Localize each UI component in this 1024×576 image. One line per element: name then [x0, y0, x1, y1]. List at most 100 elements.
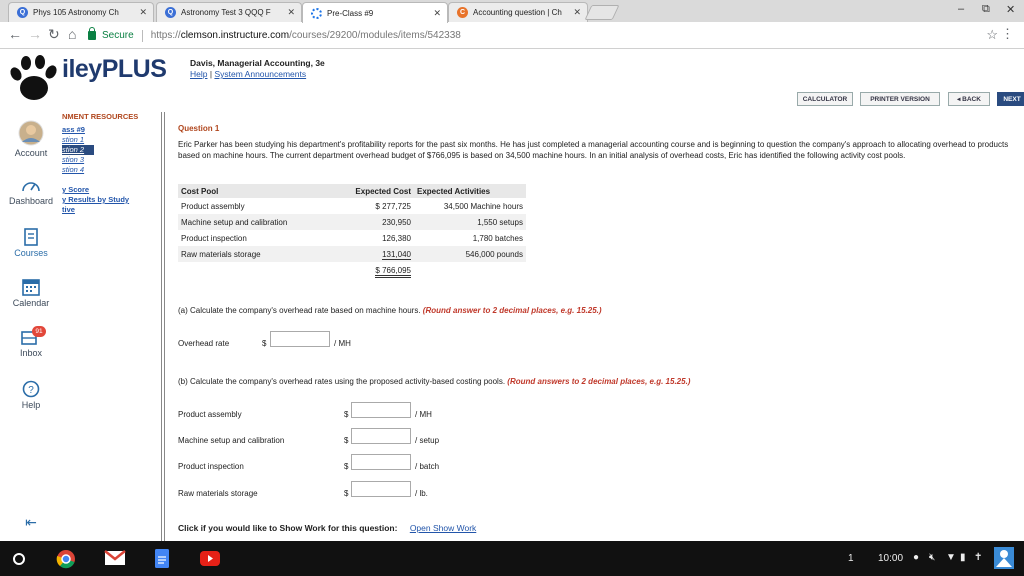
- system-announcements-link[interactable]: System Announcements: [214, 69, 306, 79]
- browser-tab-4[interactable]: C Accounting question | Ch ✕: [448, 2, 588, 22]
- restore-icon[interactable]: ⧉: [982, 3, 990, 16]
- raw-materials-rate-input[interactable]: [351, 481, 411, 497]
- url-separator: [141, 29, 143, 42]
- nav-courses[interactable]: Courses: [0, 228, 62, 258]
- unit-label: / lb.: [415, 489, 428, 498]
- overhead-rate-input[interactable]: [270, 331, 330, 347]
- part-b-prompt: (b) Calculate the company's overhead rat…: [178, 377, 690, 386]
- browser-tab-1[interactable]: Q Phys 105 Astronomy Ch ✕: [8, 2, 154, 22]
- pane-divider[interactable]: [161, 112, 165, 542]
- resource-link-question-3[interactable]: stion 3: [62, 155, 160, 165]
- avatar: [18, 120, 44, 146]
- url-field[interactable]: Secure https:// clemson.instructure.com …: [88, 26, 1000, 45]
- home-icon[interactable]: ⌂: [68, 26, 76, 42]
- nav-label: Help: [21, 400, 41, 410]
- help-link[interactable]: Help: [190, 69, 207, 79]
- expected-cost-cell: 131,040: [336, 246, 414, 262]
- header-links: Help | System Announcements: [190, 69, 306, 79]
- part-a-prompt: (a) Calculate the company's overhead rat…: [178, 306, 602, 315]
- lock-icon: [88, 27, 96, 40]
- close-tab-icon[interactable]: ✕: [287, 7, 295, 18]
- tab-title: Pre-Class #9: [327, 8, 374, 18]
- collapse-nav-icon[interactable]: ⇤: [0, 514, 62, 531]
- mute-icon[interactable]: 🔇︎: [929, 552, 935, 563]
- link-divider: |: [209, 69, 213, 79]
- sync-icon[interactable]: ●: [913, 552, 919, 563]
- wifi-icon[interactable]: ▼: [946, 552, 956, 563]
- resource-link-question-2[interactable]: stion 2: [62, 145, 94, 155]
- part-a-text: (a) Calculate the company's overhead rat…: [178, 306, 421, 315]
- expected-activity-cell: 1,780 batches: [472, 233, 523, 243]
- printer-version-button[interactable]: PRINTER VERSION: [860, 92, 940, 106]
- clock[interactable]: 10:00: [878, 553, 903, 564]
- nav-inbox[interactable]: 91 Inbox: [0, 326, 62, 358]
- new-tab-button[interactable]: [584, 5, 620, 20]
- bookmark-star-icon[interactable]: ☆: [986, 27, 998, 43]
- close-tab-icon[interactable]: ✕: [573, 7, 581, 18]
- reload-icon[interactable]: ↻: [48, 26, 60, 43]
- dollar-sign: $: [344, 489, 349, 498]
- expected-cost-value: 131,040: [382, 249, 411, 260]
- nav-dashboard[interactable]: Dashboard: [0, 178, 62, 206]
- url-host: clemson.instructure.com: [180, 30, 290, 41]
- open-show-work-link[interactable]: Open Show Work: [410, 523, 476, 533]
- overhead-rate-label: Overhead rate: [178, 339, 230, 348]
- secure-label: Secure: [102, 30, 134, 41]
- address-bar-row: ← → ↻ ⌂ Secure https:// clemson.instruct…: [0, 22, 1024, 49]
- book-title: Davis, Managerial Accounting, 3e: [190, 58, 325, 68]
- courses-icon: [24, 228, 38, 246]
- expected-cost-cell: 230,950: [336, 214, 414, 230]
- cost-pool-cell: Machine setup and calibration: [178, 214, 336, 230]
- product-inspection-rate-input[interactable]: [351, 454, 411, 470]
- table-row: Raw materials storage 131,040 546,000 po…: [178, 246, 526, 262]
- results-link-cont[interactable]: tive: [62, 205, 160, 215]
- question-text: Eric Parker has been studying his depart…: [178, 140, 1009, 160]
- chrome-icon[interactable]: [56, 549, 76, 569]
- quizlet-favicon-icon: Q: [165, 7, 176, 18]
- user-avatar-icon[interactable]: [994, 547, 1014, 569]
- resource-link-question-4[interactable]: stion 4: [62, 165, 160, 175]
- back-arrow-icon[interactable]: ←: [8, 26, 22, 42]
- cost-pool-cell: Product assembly: [181, 201, 245, 211]
- clemson-paw-logo: [10, 55, 57, 100]
- product-assembly-rate-input[interactable]: [351, 402, 411, 418]
- expected-cost-cell: 126,380: [382, 233, 411, 243]
- resources-heading: NMENT RESOURCES: [62, 112, 139, 121]
- forward-arrow-icon[interactable]: →: [28, 26, 42, 42]
- part-b-text: (b) Calculate the company's overhead rat…: [178, 377, 506, 386]
- assignment-resources-pane: NMENT RESOURCES ass #9 stion 1 stion 2 s…: [62, 112, 160, 542]
- total-cost-value: $ 766,095: [375, 265, 411, 278]
- machine-setup-rate-input[interactable]: [351, 428, 411, 444]
- nav-label: Courses: [14, 248, 48, 258]
- nav-calendar[interactable]: Calendar: [0, 278, 62, 308]
- expected-activity-cell: 34,500 Machine hours: [443, 201, 523, 211]
- gmail-icon[interactable]: [104, 549, 126, 567]
- results-link[interactable]: y Results by Study: [62, 195, 160, 205]
- nav-label: Calendar: [12, 298, 50, 308]
- score-link[interactable]: y Score: [62, 185, 160, 195]
- close-window-icon[interactable]: ✕: [1006, 3, 1015, 16]
- minimize-icon[interactable]: –: [958, 3, 964, 15]
- next-button[interactable]: NEXT: [997, 92, 1024, 106]
- close-tab-icon[interactable]: ✕: [139, 7, 147, 18]
- browser-tab-2[interactable]: Q Astronomy Test 3 QQQ F ✕: [156, 2, 302, 22]
- browser-menu-icon[interactable]: ⋮: [1001, 26, 1014, 42]
- nav-account[interactable]: Account: [0, 120, 62, 158]
- resource-link-question-1[interactable]: stion 1: [62, 135, 160, 145]
- os-taskbar: 1 10:00 ● 🔇︎ ▼ ▮ ✝: [0, 541, 1024, 576]
- close-tab-icon[interactable]: ✕: [433, 8, 441, 19]
- canvas-global-nav: Account Dashboard Courses Calendar 91 In…: [0, 108, 62, 540]
- resource-link-assignment[interactable]: ass #9: [62, 125, 160, 135]
- dollar-sign: $: [344, 436, 349, 445]
- back-button[interactable]: ◂ BACK: [948, 92, 990, 106]
- calculator-button[interactable]: CALCULATOR: [797, 92, 853, 106]
- bluetooth-icon[interactable]: ✝: [974, 552, 982, 563]
- launcher-icon[interactable]: [12, 552, 26, 566]
- question-title: Question 1: [178, 124, 220, 133]
- youtube-icon[interactable]: [200, 551, 220, 566]
- total-cost-cell: $ 766,095: [336, 262, 414, 278]
- browser-tab-active[interactable]: Pre-Class #9 ✕: [302, 2, 448, 23]
- google-docs-icon[interactable]: [155, 549, 169, 568]
- nav-help[interactable]: ? Help: [0, 380, 62, 410]
- battery-icon[interactable]: ▮: [960, 552, 966, 563]
